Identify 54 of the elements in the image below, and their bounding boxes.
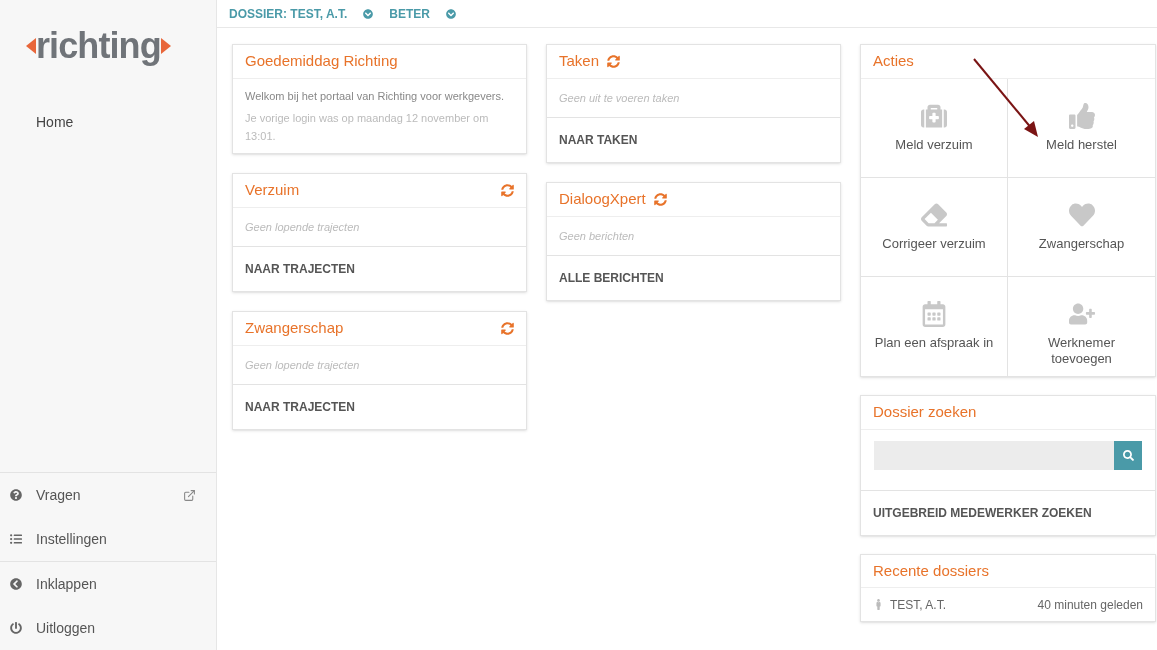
card-title: Goedemiddag Richting	[245, 51, 398, 72]
card-title: Verzuim	[245, 180, 300, 201]
empty-message: Geen lopende trajecten	[245, 357, 360, 373]
card-title: Recente dossiers	[873, 560, 989, 581]
person-icon	[873, 599, 884, 610]
user-plus-icon	[1068, 301, 1095, 327]
search-icon	[1122, 450, 1134, 461]
recent-dossier-item[interactable]: TEST, A.T. 40 minuten geleden	[861, 588, 1155, 621]
welcome-text: Welkom bij het portaal van Richting voor werkgevers.	[245, 89, 506, 104]
search-button[interactable]	[1114, 441, 1142, 470]
refresh-icon[interactable]	[607, 55, 621, 68]
help-icon	[10, 489, 22, 501]
refresh-icon[interactable]	[501, 184, 514, 197]
external-link-icon	[183, 488, 196, 502]
chevron-down-icon[interactable]	[445, 8, 456, 19]
card-link[interactable]: ALLE BERICHTEN	[559, 269, 664, 287]
chevron-left-icon	[10, 578, 22, 590]
card-link[interactable]: UITGEBREID MEDEWERKER ZOEKEN	[873, 504, 1092, 522]
action-tile[interactable]: Zwangerschap	[1008, 178, 1155, 277]
power-icon	[10, 622, 22, 634]
sidebar-link[interactable]: Vragen	[0, 473, 216, 517]
thumbs-up-icon	[1068, 103, 1095, 129]
action-tile[interactable]: Plan een afspraak in	[861, 277, 1008, 376]
calendar-icon	[921, 301, 947, 327]
card-title: DialoogXpert	[559, 189, 646, 210]
refresh-icon[interactable]	[501, 322, 514, 335]
action-tile[interactable]: Werknemer toevoegen	[1008, 277, 1155, 376]
welcome-text: Je vorige login was op maandag 12 november om 13:01.	[245, 111, 490, 144]
logo: richting	[26, 28, 171, 64]
card-link[interactable]: NAAR TRAJECTEN	[245, 398, 355, 416]
nav-item[interactable]: Home	[0, 104, 216, 141]
empty-message: Geen uit te voeren taken	[559, 90, 680, 106]
empty-message: Geen berichten	[559, 228, 635, 244]
card-title: Dossier zoeken	[873, 402, 977, 423]
action-tile[interactable]: Corrigeer verzuim	[861, 178, 1008, 277]
list-icon	[10, 533, 22, 545]
card-title: Zwangerschap	[245, 318, 344, 339]
card-title: Taken	[559, 51, 600, 72]
eraser-icon	[921, 202, 947, 228]
logo-left-arrow-icon	[26, 38, 36, 54]
card-link[interactable]: NAAR TAKEN	[559, 131, 638, 149]
empty-message: Geen lopende trajecten	[245, 219, 360, 235]
sidebar-link[interactable]: Instellingen	[0, 517, 216, 561]
logo-right-arrow-icon	[160, 38, 171, 54]
search-field[interactable]	[874, 441, 1114, 470]
card-link[interactable]: NAAR TRAJECTEN	[245, 260, 355, 278]
sidebar-link[interactable]: Uitloggen	[0, 606, 216, 650]
first-aid-kit-icon	[921, 103, 947, 129]
chevron-down-icon[interactable]	[363, 8, 374, 19]
heart-icon	[1068, 202, 1095, 228]
refresh-icon[interactable]	[653, 193, 667, 206]
card-title: Acties	[873, 51, 914, 72]
action-tile[interactable]: Meld verzuim	[861, 79, 1008, 178]
sidebar-link[interactable]: Inklappen	[0, 562, 216, 606]
